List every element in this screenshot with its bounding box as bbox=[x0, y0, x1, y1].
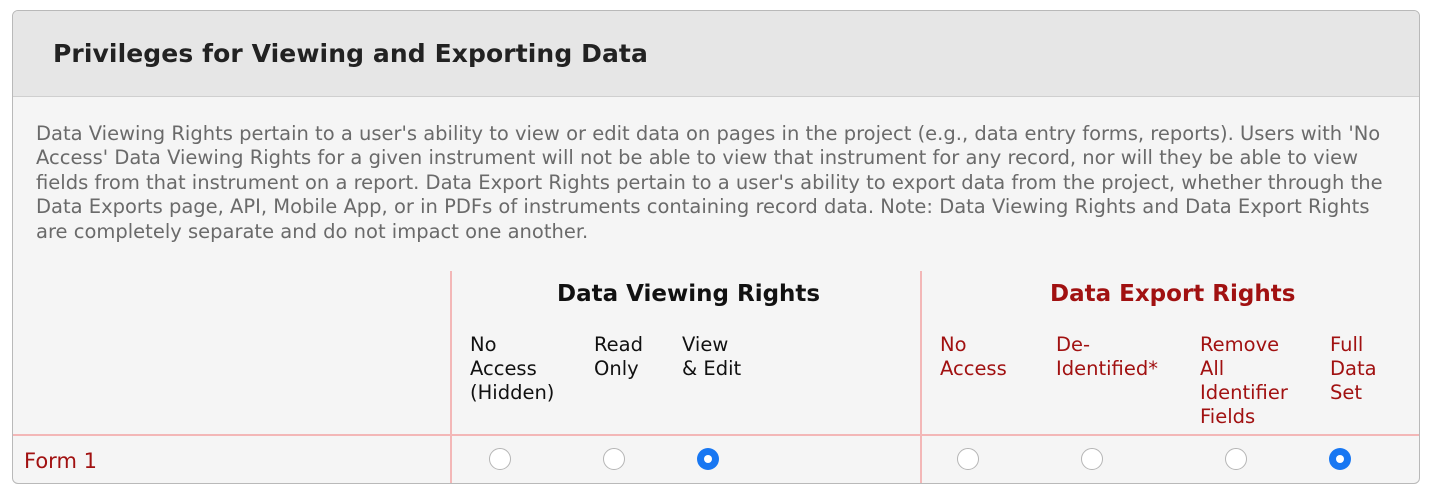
radio-export-de-identified[interactable] bbox=[1081, 448, 1103, 470]
row-divider bbox=[13, 434, 1419, 436]
radio-export-no-access[interactable] bbox=[957, 448, 979, 470]
column-header-export-no-access: No Access bbox=[940, 333, 1007, 380]
rights-table: Data Viewing Rights Data Export Rights N… bbox=[13, 271, 1419, 483]
column-header-read-only: Read Only bbox=[594, 333, 643, 380]
panel-description: Data Viewing Rights pertain to a user's … bbox=[36, 122, 1383, 243]
panel-header: Privileges for Viewing and Exporting Dat… bbox=[13, 11, 1419, 97]
data-viewing-rights-heading: Data Viewing Rights bbox=[557, 281, 821, 307]
privileges-panel: Privileges for Viewing and Exporting Dat… bbox=[12, 10, 1420, 484]
data-export-rights-heading: Data Export Rights bbox=[1050, 281, 1296, 307]
column-header-view-edit: View & Edit bbox=[682, 333, 742, 380]
panel-title: Privileges for Viewing and Exporting Dat… bbox=[53, 39, 648, 68]
radio-viewing-view-edit[interactable] bbox=[697, 448, 719, 470]
column-header-remove-identifier-fields: Remove All Identifier Fields bbox=[1200, 333, 1288, 428]
column-header-de-identified: De- Identified* bbox=[1056, 333, 1158, 380]
radio-viewing-read-only[interactable] bbox=[603, 448, 625, 470]
radio-export-remove-identifiers[interactable] bbox=[1225, 448, 1247, 470]
column-header-no-access-hidden: No Access (Hidden) bbox=[470, 333, 555, 404]
form-row-label: Form 1 bbox=[24, 449, 97, 473]
column-divider bbox=[450, 271, 452, 483]
radio-export-full-data-set[interactable] bbox=[1329, 448, 1351, 470]
column-divider bbox=[920, 271, 922, 483]
column-header-full-data-set: Full Data Set bbox=[1330, 333, 1377, 404]
radio-viewing-no-access[interactable] bbox=[489, 448, 511, 470]
